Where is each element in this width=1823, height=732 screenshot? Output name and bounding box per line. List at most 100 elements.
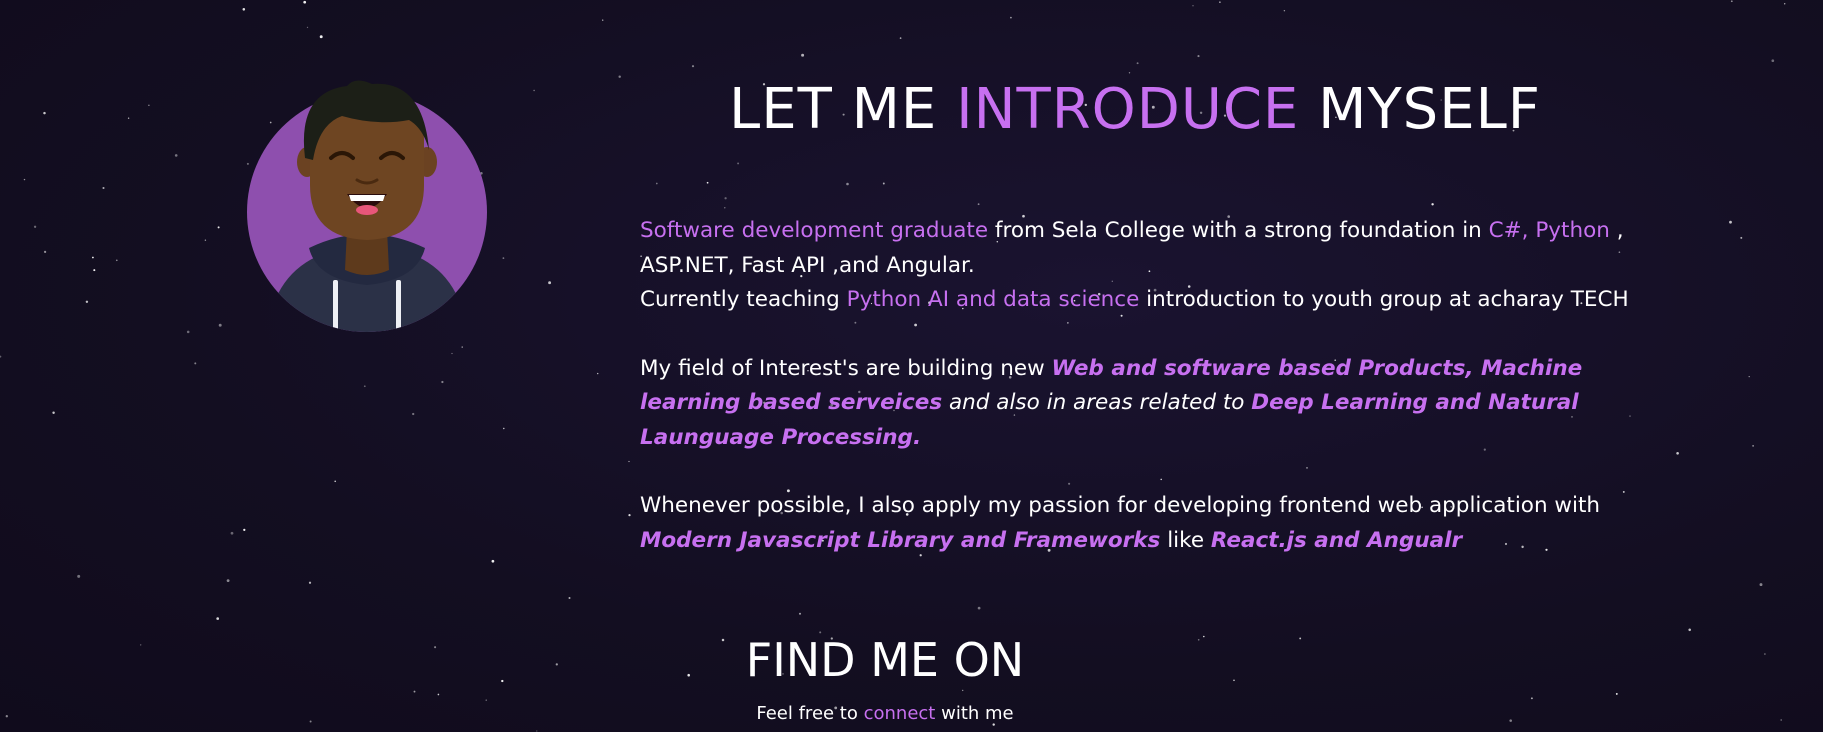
text-also-in-areas: and also in areas related to <box>942 390 1252 415</box>
star <box>93 269 96 272</box>
star <box>485 699 487 701</box>
star <box>1192 5 1194 7</box>
text-currently-teaching: Currently teaching <box>640 287 847 312</box>
introduce-title-accent: INTRODUCE <box>956 77 1300 142</box>
star <box>1431 203 1434 206</box>
intro-paragraph-frontend: Whenever possible, I also apply my passi… <box>640 489 1640 558</box>
text-field-of-interest: My field of Interest's are building new <box>640 355 1052 381</box>
star <box>501 679 504 683</box>
star <box>899 37 902 39</box>
introduce-title: LET ME INTRODUCE MYSELF <box>640 70 1630 150</box>
star <box>1759 583 1763 587</box>
star <box>724 197 727 200</box>
intro-paragraph-interests: My field of Interest's are building new … <box>640 352 1640 456</box>
star <box>226 579 230 583</box>
star <box>230 531 234 535</box>
star <box>977 606 981 610</box>
star <box>437 693 440 696</box>
star <box>491 559 495 563</box>
home-about-section: LET ME INTRODUCE MYSELF Software develop… <box>0 0 1823 732</box>
star <box>846 182 849 186</box>
star <box>1676 451 1679 455</box>
cartoon-avatar-icon <box>247 80 487 332</box>
find-me-title: FIND ME ON <box>745 633 1025 687</box>
star <box>1010 16 1012 19</box>
star <box>43 111 46 115</box>
star <box>1615 692 1618 695</box>
avatar <box>247 80 487 332</box>
text-passion-frontend: Whenever possible, I also apply my passi… <box>640 493 1601 518</box>
star <box>140 644 142 646</box>
text-like: like <box>1160 527 1211 553</box>
intro-paragraph-education: Software development graduate from Sela … <box>640 214 1640 318</box>
star <box>115 259 118 262</box>
star <box>1197 639 1200 641</box>
star <box>309 720 312 723</box>
star <box>218 323 222 327</box>
star <box>412 412 415 416</box>
star <box>77 574 81 578</box>
star <box>1730 0 1733 3</box>
text-sela-college: from Sela College with a strong foundati… <box>988 218 1489 243</box>
star <box>1197 55 1200 58</box>
star <box>174 154 178 157</box>
star <box>798 612 802 615</box>
star <box>1740 236 1743 239</box>
star <box>706 181 709 184</box>
star <box>451 352 453 355</box>
star <box>1202 635 1205 638</box>
star <box>555 663 558 666</box>
star <box>1688 628 1691 632</box>
introduce-title-pre: LET ME <box>729 77 938 142</box>
star <box>217 226 220 229</box>
highlight-csharp-python: C#, Python <box>1488 218 1610 243</box>
star <box>1748 375 1750 378</box>
star <box>413 690 416 693</box>
star <box>618 75 621 78</box>
star <box>597 372 599 375</box>
star <box>502 257 505 259</box>
star <box>1780 719 1783 721</box>
star <box>303 0 307 4</box>
star <box>1530 697 1533 700</box>
star <box>308 581 312 584</box>
highlight-software-graduate: Software development graduate <box>640 218 989 243</box>
star <box>1729 220 1732 224</box>
find-sub-post: with me <box>935 703 1014 724</box>
star <box>23 178 26 181</box>
star <box>334 480 337 483</box>
connect-link[interactable]: connect <box>864 703 936 724</box>
star <box>0 355 2 358</box>
star <box>127 117 130 119</box>
star <box>194 362 197 365</box>
star <box>1764 653 1766 655</box>
star <box>533 89 535 92</box>
star <box>1771 59 1775 63</box>
star <box>243 528 246 532</box>
star <box>186 330 190 334</box>
star <box>1752 445 1754 447</box>
highlight-python-ai: Python AI and data science <box>846 287 1140 312</box>
star <box>148 104 150 107</box>
star <box>319 35 323 39</box>
star <box>1283 9 1286 12</box>
star <box>548 281 552 285</box>
star <box>5 715 8 718</box>
text-youth-group: introduction to youth group at acharay T… <box>1139 287 1629 312</box>
star <box>363 385 366 388</box>
star <box>306 26 309 29</box>
star <box>503 427 505 430</box>
star <box>216 617 220 620</box>
star <box>602 19 604 21</box>
star <box>1136 62 1139 65</box>
introduce-title-post: MYSELF <box>1318 77 1541 142</box>
star <box>977 203 980 206</box>
star <box>461 346 463 348</box>
star <box>434 646 437 649</box>
star <box>33 225 37 228</box>
intro-body: Software development graduate from Sela … <box>640 214 1640 592</box>
star <box>52 411 55 414</box>
star <box>655 182 658 185</box>
star <box>801 53 805 57</box>
star <box>91 256 94 259</box>
